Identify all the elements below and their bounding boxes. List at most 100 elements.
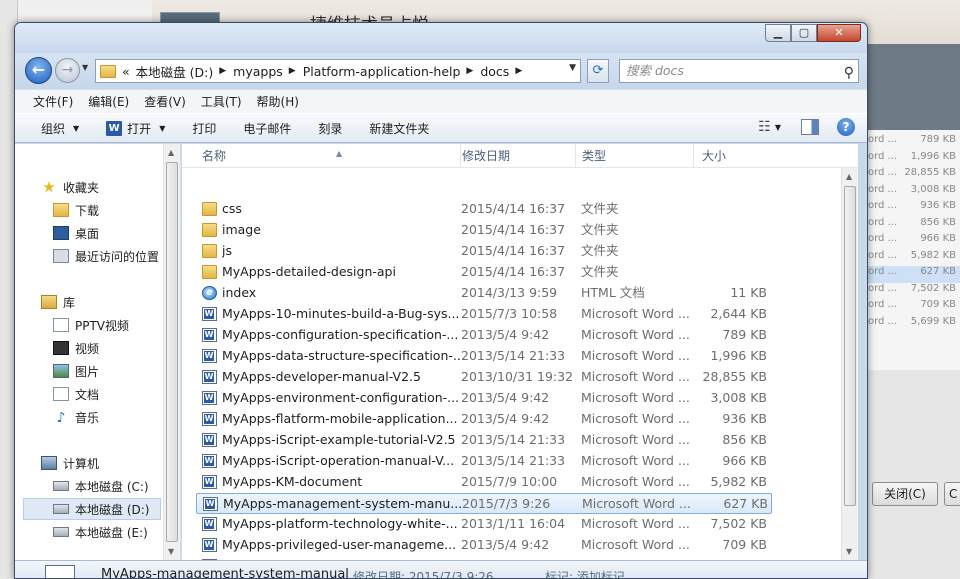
menu-edit[interactable]: 编辑(E) <box>88 93 129 110</box>
column-size[interactable]: 大小 <box>696 144 776 168</box>
word-document-icon <box>202 517 217 531</box>
file-list-scrollbar[interactable]: ▲ ▼ <box>841 168 858 560</box>
nav-computer[interactable]: 计算机 <box>41 452 99 474</box>
nav-pictures[interactable]: 图片 <box>53 360 99 382</box>
file-row[interactable]: MyApps-data-structure-specification-...2… <box>196 346 772 367</box>
organize-button[interactable]: 组织 ▼ <box>41 120 79 137</box>
breadcrumb-separator-icon[interactable]: ▶ <box>219 66 226 76</box>
nav-pptv[interactable]: PPTV视频 <box>53 314 129 336</box>
command-bar: 组织 ▼ W 打开 ▼ 打印 电子邮件 刻录 新建文件夹 ☷ ▼ ? <box>15 113 867 143</box>
file-name: MyApps-iScript-example-tutorial-V2.5 <box>222 432 456 447</box>
open-button[interactable]: W 打开 ▼ <box>106 120 165 137</box>
file-name: js <box>222 243 232 258</box>
scrollbar-thumb[interactable] <box>844 186 856 506</box>
back-button[interactable]: ← <box>25 57 52 84</box>
nav-videos[interactable]: 视频 <box>53 337 99 359</box>
nav-music[interactable]: ♪ 音乐 <box>53 406 99 428</box>
background-item-type: ord ... <box>868 167 898 178</box>
file-row[interactable]: MyApps-developer-manual-V2.5 2013/10/31 1… <box>196 367 772 388</box>
column-name[interactable]: 名称 ▲ <box>196 144 461 168</box>
nav-favorites[interactable]: ★ 收藏夹 <box>41 176 99 198</box>
file-row[interactable]: e index 2014/3/13 9:59 HTML 文档 11 KB <box>196 283 772 304</box>
file-size: 966 KB <box>722 453 767 468</box>
email-button[interactable]: 电子邮件 <box>243 120 291 137</box>
file-row[interactable]: MyApps-configuration-specification-...20… <box>196 325 772 346</box>
breadcrumb-separator-icon[interactable]: ▶ <box>515 66 522 76</box>
breadcrumb-overflow[interactable]: « <box>122 64 130 79</box>
file-row[interactable]: MyApps-iScript-example-tutorial-V2.5 2013… <box>196 430 772 451</box>
view-options-icon[interactable]: ☷ <box>758 119 771 135</box>
help-icon[interactable]: ? <box>837 118 855 136</box>
refresh-button[interactable]: ⟳ <box>587 59 609 83</box>
forward-button[interactable]: → <box>55 58 80 83</box>
minimize-button[interactable]: ▁ <box>765 24 791 42</box>
word-document-icon <box>45 565 75 578</box>
search-input[interactable]: 搜索 docs ⚲ <box>619 59 859 83</box>
nav-drive-e[interactable]: 本地磁盘 (E:) <box>53 521 148 543</box>
file-row[interactable]: MyApps-environment-configuration-...2013… <box>196 388 772 409</box>
burn-button[interactable]: 刻录 <box>318 120 342 137</box>
search-icon[interactable]: ⚲ <box>844 62 854 84</box>
music-note-icon: ♪ <box>56 410 66 426</box>
breadcrumb-separator-icon[interactable]: ▶ <box>466 66 473 76</box>
nav-downloads[interactable]: 下载 <box>53 199 99 221</box>
menu-view[interactable]: 查看(V) <box>144 93 186 110</box>
word-document-icon <box>202 412 217 426</box>
file-row[interactable]: MyApps-privileged-user-manageme... 2013/5… <box>196 535 772 556</box>
scroll-up-icon[interactable]: ▲ <box>168 148 174 157</box>
chevron-down-icon[interactable]: ▼ <box>775 123 781 132</box>
nav-libraries[interactable]: 库 <box>41 291 75 313</box>
nav-recent-places[interactable]: 最近访问的位置 <box>53 245 159 267</box>
scroll-down-icon[interactable]: ▼ <box>846 547 852 556</box>
nav-documents[interactable]: 文档 <box>53 383 99 405</box>
title-bar[interactable]: ▁ ▢ ✕ <box>15 23 867 53</box>
scroll-up-icon[interactable]: ▲ <box>846 172 852 181</box>
file-row[interactable]: MyApps-platform-technology-white-...2013… <box>196 514 772 535</box>
file-size: 3,008 KB <box>710 390 767 405</box>
breadcrumb-separator-icon[interactable]: ▶ <box>289 66 296 76</box>
column-type[interactable]: 类型 <box>576 144 694 168</box>
menu-tools[interactable]: 工具(T) <box>201 93 242 110</box>
background-extra-button[interactable]: C <box>944 482 960 506</box>
file-row[interactable]: image 2015/4/14 16:37 文件夹 <box>196 220 772 241</box>
file-row[interactable]: MyApps-detailed-design-api 2015/4/14 16:3… <box>196 262 772 283</box>
file-row[interactable]: MyApps-KM-document 2015/7/9 10:00 Microsof… <box>196 472 772 493</box>
file-row[interactable]: MyApps-management-system-manu...2015/7/3… <box>196 493 772 514</box>
file-date: 2013/5/4 9:42 <box>461 390 550 405</box>
file-row[interactable]: js 2015/4/14 16:37 文件夹 <box>196 241 772 262</box>
nav-downloads-label: 下载 <box>75 203 100 218</box>
file-name: MyApps-management-system-manu... <box>223 496 463 511</box>
breadcrumb-myapps[interactable]: myapps <box>233 64 283 79</box>
breadcrumb-platform-application-help[interactable]: Platform-application-help <box>303 64 461 79</box>
scrollbar-thumb[interactable] <box>166 162 178 542</box>
file-row[interactable]: MyApps-10-minutes-build-a-Bug-sys...2015… <box>196 304 772 325</box>
navigation-scrollbar[interactable]: ▲ ▼ <box>163 144 180 560</box>
nav-drive-c[interactable]: 本地磁盘 (C:) <box>53 475 149 497</box>
nav-desktop[interactable]: 桌面 <box>53 222 99 244</box>
new-folder-button[interactable]: 新建文件夹 <box>369 120 429 137</box>
background-close-button[interactable]: 关闭(C) <box>872 482 938 506</box>
nav-libraries-label: 库 <box>63 295 76 310</box>
breadcrumb-docs[interactable]: docs <box>480 64 509 79</box>
breadcrumb-drive-d[interactable]: 本地磁盘 (D:) <box>136 62 214 81</box>
address-bar[interactable]: « 本地磁盘 (D:) ▶ myapps ▶ Platform-applicat… <box>95 59 581 83</box>
preview-pane-icon[interactable] <box>801 119 819 135</box>
file-row[interactable]: MyApps-iScript-operation-manual-V... 2013… <box>196 451 772 472</box>
menu-help[interactable]: 帮助(H) <box>257 93 299 110</box>
print-button[interactable]: 打印 <box>192 120 216 137</box>
file-row[interactable]: MyApps-flatform-mobile-application...201… <box>196 409 772 430</box>
details-tags[interactable]: 标记: 添加标记 <box>545 568 625 578</box>
recent-pages-chevron-down-icon[interactable]: ▼ <box>82 63 88 72</box>
maximize-button[interactable]: ▢ <box>791 24 817 42</box>
nav-drive-d[interactable]: 本地磁盘 (D:) <box>23 498 161 520</box>
chevron-down-icon[interactable]: ▼ <box>159 124 165 133</box>
address-history-chevron-down-icon[interactable]: ▼ <box>569 63 576 73</box>
scroll-down-icon[interactable]: ▼ <box>168 547 174 556</box>
file-size: 5,982 KB <box>710 474 767 489</box>
file-type: Microsoft Word ... <box>581 474 690 489</box>
menu-file[interactable]: 文件(F) <box>33 93 73 110</box>
column-date[interactable]: 修改日期 <box>456 144 576 168</box>
file-size: 856 KB <box>722 432 767 447</box>
close-button[interactable]: ✕ <box>817 24 861 42</box>
file-row[interactable]: css 2015/4/14 16:37 文件夹 <box>196 199 772 220</box>
